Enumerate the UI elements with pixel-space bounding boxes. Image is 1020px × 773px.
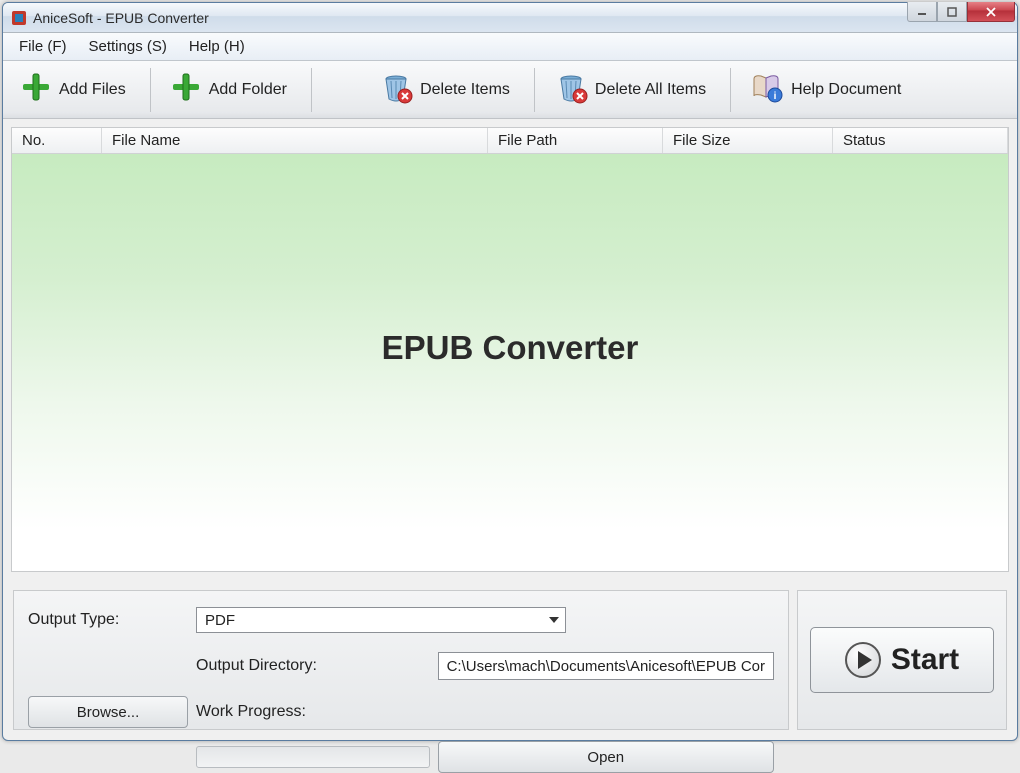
add-files-label: Add Files [59, 81, 126, 99]
progress-label: Work Progress: [196, 703, 430, 721]
close-button[interactable] [967, 2, 1015, 22]
toolbar-separator [730, 68, 731, 112]
help-document-button[interactable]: i Help Document [743, 66, 913, 114]
plus-icon [19, 70, 53, 109]
play-icon [845, 642, 881, 678]
app-icon [11, 10, 27, 26]
bottom-pane: Output Type: PDF Output Directory: C:\Us… [3, 580, 1017, 740]
output-dir-value: C:\Users\mach\Documents\Anicesoft\EPUB C… [447, 658, 765, 675]
output-dir-label: Output Directory: [196, 657, 430, 675]
plus-icon [169, 70, 203, 109]
list-body[interactable]: EPUB Converter [12, 154, 1008, 571]
maximize-button[interactable] [937, 2, 967, 22]
open-label: Open [587, 749, 624, 766]
add-files-button[interactable]: Add Files [13, 66, 138, 114]
menubar: File (F) Settings (S) Help (H) [3, 33, 1017, 61]
trash-delete-icon [378, 69, 414, 110]
output-type-value: PDF [205, 612, 235, 629]
column-file-name[interactable]: File Name [102, 128, 488, 153]
browse-button[interactable]: Browse... [28, 696, 188, 728]
toolbar: Add Files Add Folder [3, 61, 1017, 119]
book-info-icon: i [749, 69, 785, 110]
svg-text:i: i [774, 91, 777, 102]
file-list: No. File Name File Path File Size Status… [11, 127, 1009, 572]
chevron-down-icon [549, 617, 559, 623]
delete-items-button[interactable]: Delete Items [372, 66, 522, 114]
toolbar-separator [311, 68, 312, 112]
output-panel: Output Type: PDF Output Directory: C:\Us… [13, 590, 789, 730]
column-no[interactable]: No. [12, 128, 102, 153]
watermark-text: EPUB Converter [382, 328, 639, 366]
minimize-icon [917, 7, 927, 17]
maximize-icon [947, 7, 957, 17]
menu-help[interactable]: Help (H) [179, 35, 255, 58]
window-controls [907, 2, 1015, 22]
output-dir-input[interactable]: C:\Users\mach\Documents\Anicesoft\EPUB C… [438, 652, 774, 680]
delete-all-label: Delete All Items [595, 81, 706, 99]
delete-all-button[interactable]: Delete All Items [547, 66, 718, 114]
list-header: No. File Name File Path File Size Status [12, 128, 1008, 154]
output-type-label: Output Type: [28, 611, 188, 629]
progress-bar [196, 746, 430, 768]
close-icon [985, 7, 997, 17]
app-window: AniceSoft - EPUB Converter File (F) Sett… [2, 2, 1018, 741]
column-file-size[interactable]: File Size [663, 128, 833, 153]
minimize-button[interactable] [907, 2, 937, 22]
browse-label: Browse... [77, 704, 140, 721]
column-file-path[interactable]: File Path [488, 128, 663, 153]
main-area: No. File Name File Path File Size Status… [3, 119, 1017, 580]
trash-delete-icon [553, 69, 589, 110]
start-label: Start [891, 643, 959, 677]
menu-file[interactable]: File (F) [9, 35, 77, 58]
toolbar-separator [534, 68, 535, 112]
add-folder-label: Add Folder [209, 81, 287, 99]
toolbar-separator [150, 68, 151, 112]
output-type-select[interactable]: PDF [196, 607, 566, 633]
titlebar: AniceSoft - EPUB Converter [3, 3, 1017, 33]
column-status[interactable]: Status [833, 128, 1008, 153]
add-folder-button[interactable]: Add Folder [163, 66, 299, 114]
start-panel: Start [797, 590, 1007, 730]
help-document-label: Help Document [791, 81, 901, 99]
start-button[interactable]: Start [810, 627, 994, 693]
window-title: AniceSoft - EPUB Converter [33, 10, 209, 26]
delete-items-label: Delete Items [420, 81, 510, 99]
menu-settings[interactable]: Settings (S) [79, 35, 177, 58]
open-button[interactable]: Open [438, 741, 774, 773]
